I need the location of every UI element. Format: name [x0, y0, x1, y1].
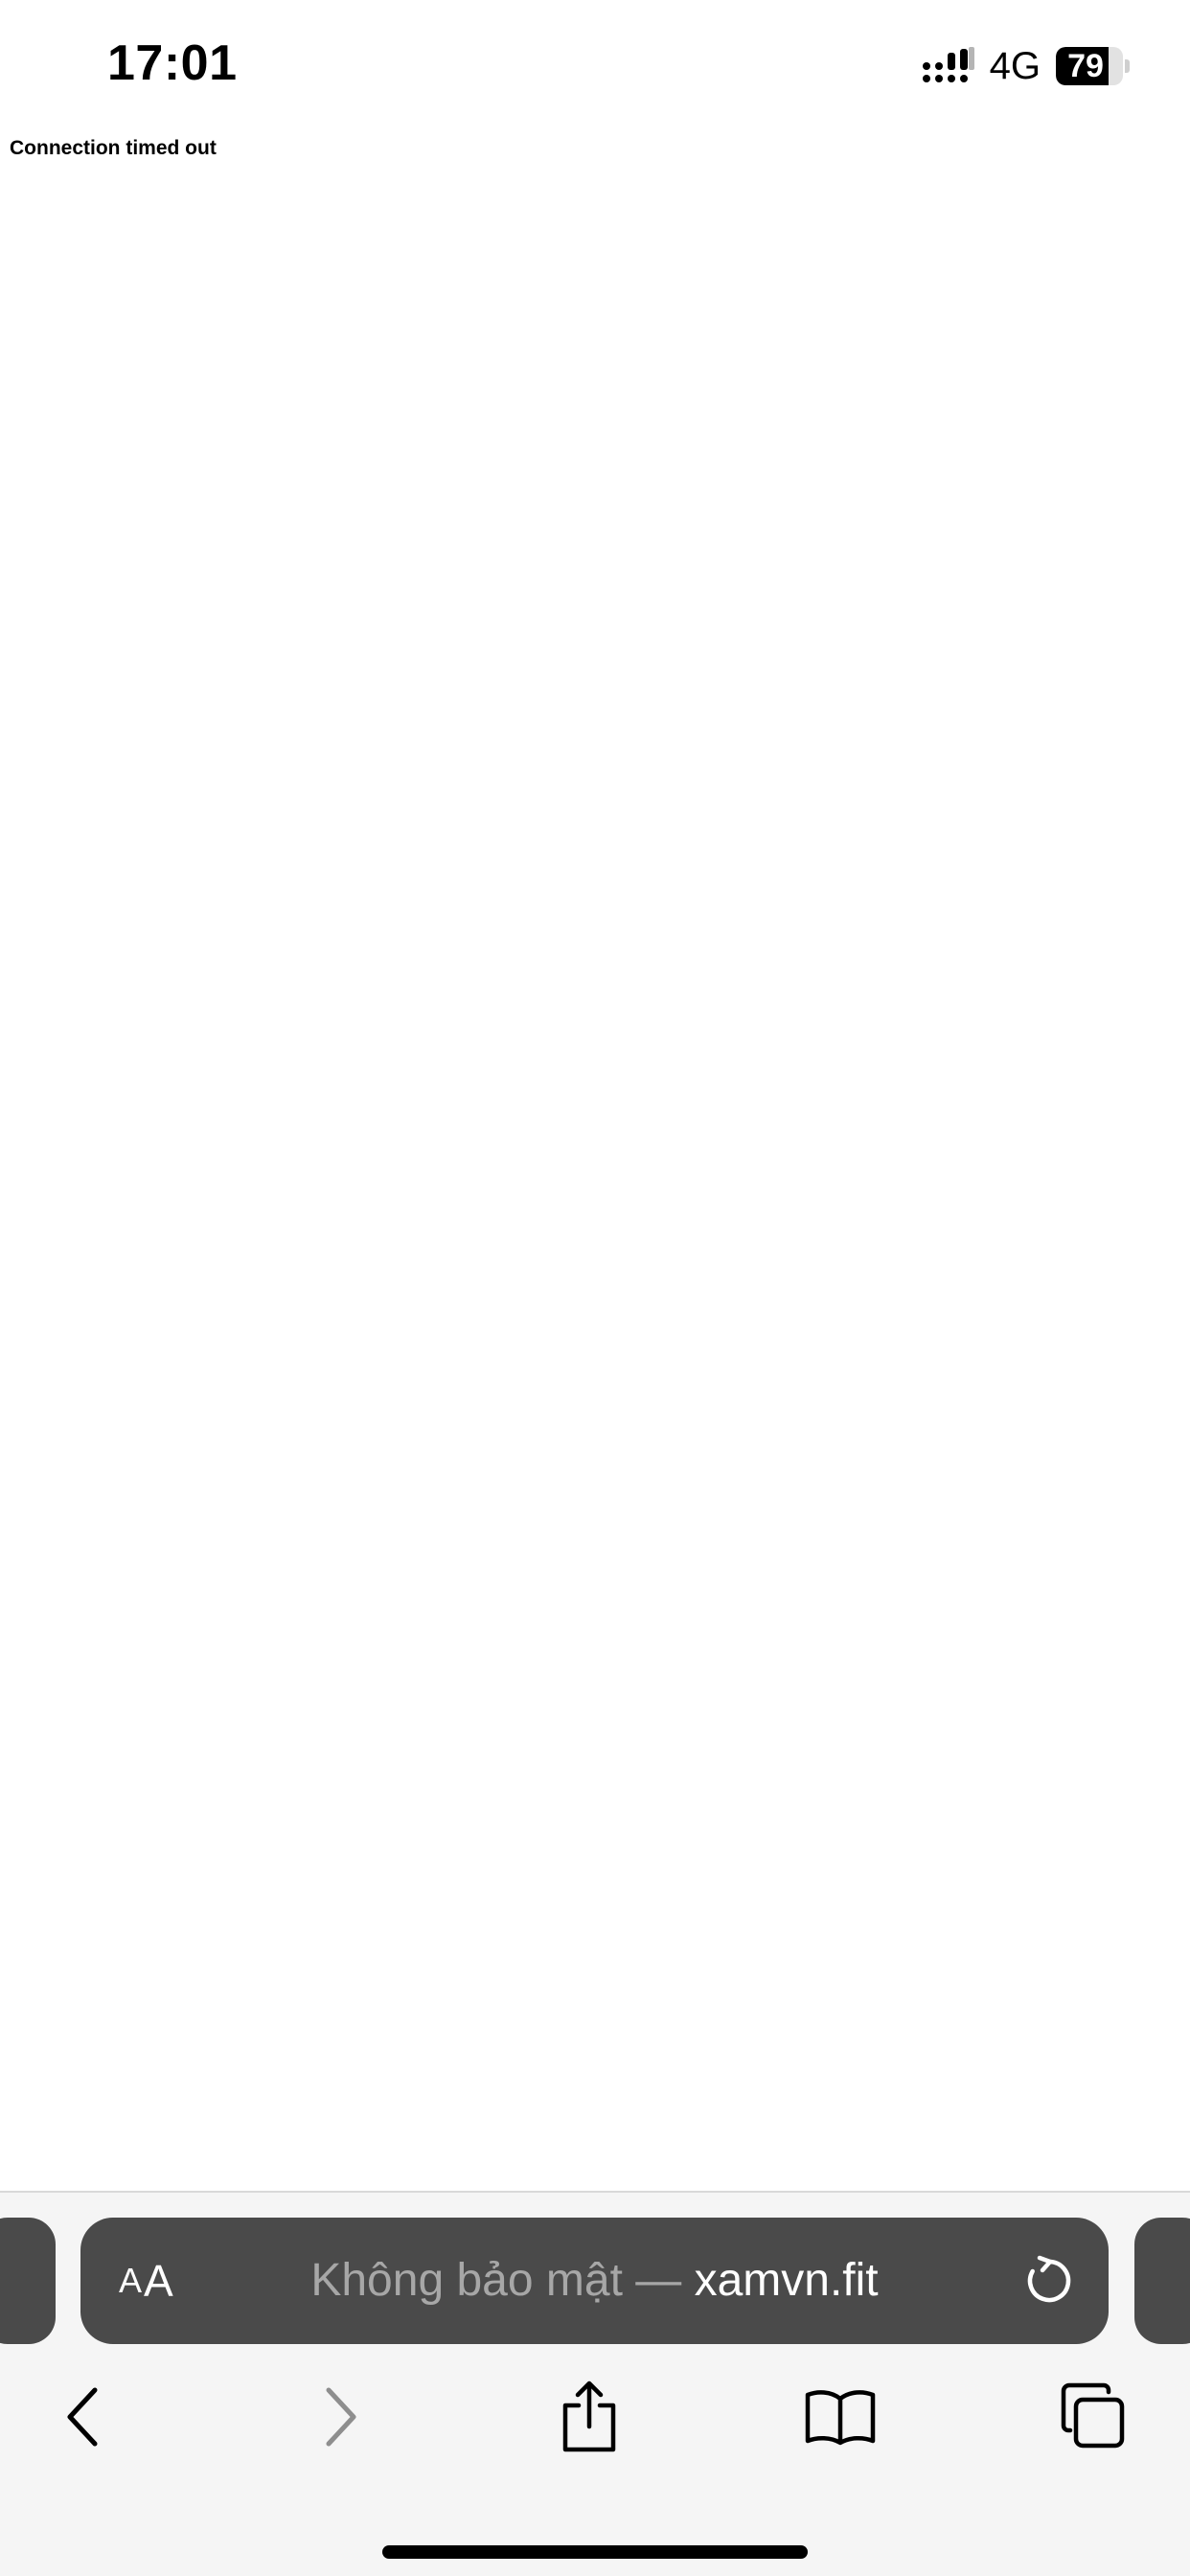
error-message: Connection timed out: [10, 137, 217, 159]
status-indicators: 4G 79: [921, 42, 1131, 90]
share-button[interactable]: [546, 2369, 632, 2465]
network-type-label: 4G: [989, 44, 1041, 87]
bookmarks-button[interactable]: [797, 2369, 883, 2465]
url-domain: xamvn.fit: [694, 2255, 879, 2306]
forward-chevron-icon: [326, 2387, 356, 2447]
address-bar[interactable]: A A Không bảo mật — xamvn.fit: [80, 2218, 1109, 2344]
battery-body: 79: [1056, 47, 1123, 85]
share-icon: [562, 2380, 616, 2452]
tabs-icon: [1061, 2382, 1125, 2449]
reload-icon[interactable]: [1022, 2254, 1076, 2308]
browser-toolbar: [0, 2369, 1190, 2465]
web-page-content: Connection timed out: [0, 129, 1190, 2190]
home-indicator[interactable]: [382, 2545, 808, 2559]
browser-screen: 17:01 4G 79 Connection timed out A A Khô…: [0, 0, 1190, 2576]
url-display[interactable]: Không bảo mật — xamvn.fit: [80, 2218, 1109, 2344]
status-bar: 17:01 4G 79: [0, 0, 1190, 129]
forward-button[interactable]: [297, 2369, 383, 2465]
back-chevron-icon: [67, 2387, 98, 2447]
tabs-button[interactable]: [1050, 2369, 1136, 2465]
status-time: 17:01: [107, 35, 238, 91]
battery-icon: 79: [1056, 47, 1131, 85]
not-secure-label: Không bảo mật —: [310, 2255, 695, 2306]
bookmarks-book-icon: [805, 2390, 876, 2446]
back-button[interactable]: [40, 2369, 126, 2465]
signal-bars-icon: [922, 47, 974, 82]
previous-tab-peek[interactable]: [0, 2218, 56, 2344]
battery-cap: [1125, 59, 1130, 73]
next-tab-peek[interactable]: [1134, 2218, 1190, 2344]
battery-level: 79: [1067, 48, 1104, 84]
browser-bottom-bar: A A Không bảo mật — xamvn.fit: [0, 2191, 1190, 2576]
